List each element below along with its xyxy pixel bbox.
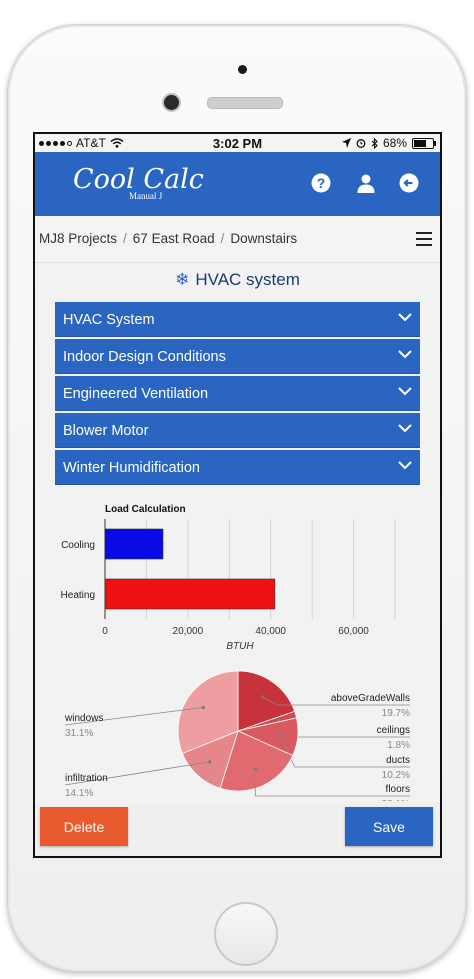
x-axis-label: BTUH [226, 641, 254, 652]
section-engineered-ventilation[interactable]: Engineered Ventilation [55, 376, 420, 411]
bar-chart-title: Load Calculation [105, 504, 186, 515]
pie-percent: 10.2% [382, 770, 410, 781]
page-title-text: HVAC system [195, 270, 300, 289]
pie-label: floors [386, 784, 410, 795]
pie-percent: 23.1% [382, 799, 410, 801]
category-label: Heating [61, 590, 95, 601]
section-winter-humidification[interactable]: Winter Humidification [55, 450, 420, 485]
pie-percent: 1.8% [387, 740, 410, 751]
front-camera [164, 95, 179, 110]
app-screen: AT&T 3:02 PM 68% Cool Calc Manual J ? MJ… [33, 132, 442, 858]
bluetooth-icon [371, 137, 378, 149]
section-blower-motor[interactable]: Blower Motor [55, 413, 420, 448]
proximity-sensor [238, 65, 247, 74]
x-tick-label: 20,000 [173, 626, 204, 637]
section-indoor-design-conditions[interactable]: Indoor Design Conditions [55, 339, 420, 374]
pie-label: windows [64, 713, 103, 724]
load-charts: Load Calculation Cooling Heating 0 20,000 40,… [55, 501, 420, 810]
pie-percent: 31.1% [65, 728, 93, 739]
logo-subtitle: Manual J [129, 191, 163, 201]
logout-button[interactable] [398, 172, 420, 194]
help-icon: ? [311, 173, 331, 193]
alarm-icon [356, 139, 366, 148]
save-button[interactable]: Save [345, 807, 433, 846]
delete-button[interactable]: Delete [40, 807, 128, 846]
section-label: Blower Motor [63, 423, 149, 439]
x-tick-label: 60,000 [338, 626, 369, 637]
chevron-down-icon [398, 313, 412, 322]
pie-label: infiltration [65, 773, 108, 784]
help-button[interactable]: ? [310, 172, 332, 194]
breadcrumb-address[interactable]: 67 East Road [133, 231, 215, 246]
chevron-down-icon [398, 461, 412, 470]
menu-icon[interactable] [416, 232, 432, 250]
charts-canvas: Load Calculation Cooling Heating 0 20,000 40,… [61, 504, 411, 810]
x-tick-label: 40,000 [255, 626, 286, 637]
x-tick-label: 0 [102, 626, 108, 637]
coolcalc-logo[interactable]: Cool Calc Manual J [73, 164, 204, 201]
bar-cooling [104, 528, 164, 560]
logout-icon [399, 173, 419, 193]
breadcrumb-projects[interactable]: MJ8 Projects [39, 231, 117, 246]
user-icon [357, 174, 375, 193]
location-icon [341, 138, 351, 148]
breadcrumb: MJ8 Projects / 67 East Road / Downstairs [35, 216, 440, 263]
svg-text:?: ? [317, 175, 326, 191]
status-right: 68% [341, 136, 436, 150]
app-header: Cool Calc Manual J ? [35, 152, 440, 216]
section-label: Indoor Design Conditions [63, 349, 226, 365]
bar-heating [104, 578, 276, 610]
breadcrumb-zone[interactable]: Downstairs [230, 231, 297, 246]
battery-percent: 68% [382, 136, 407, 150]
category-label: Cooling [61, 540, 95, 551]
action-bar: Delete Save [35, 802, 440, 856]
earpiece-speaker [207, 97, 283, 109]
battery-icon [412, 137, 436, 149]
chevron-down-icon [398, 350, 412, 359]
breadcrumb-separator: / [123, 231, 127, 246]
chevron-down-icon [398, 387, 412, 396]
breadcrumb-separator: / [220, 231, 225, 246]
pie-percent: 19.7% [382, 708, 410, 719]
section-label: HVAC System [63, 312, 155, 328]
page-title: ❄ HVAC system [35, 270, 440, 290]
pie-label: ceilings [377, 725, 410, 736]
pie-label: ducts [386, 755, 410, 766]
home-button[interactable] [214, 902, 278, 966]
section-label: Engineered Ventilation [63, 386, 209, 402]
account-button[interactable] [355, 172, 377, 194]
section-label: Winter Humidification [63, 460, 200, 476]
snowflake-icon: ❄ [175, 270, 190, 289]
pie-percent: 14.1% [65, 788, 93, 799]
chevron-down-icon [398, 424, 412, 433]
section-hvac-system[interactable]: HVAC System [55, 302, 420, 337]
status-bar: AT&T 3:02 PM 68% [35, 134, 440, 152]
pie-label: aboveGradeWalls [331, 693, 410, 704]
